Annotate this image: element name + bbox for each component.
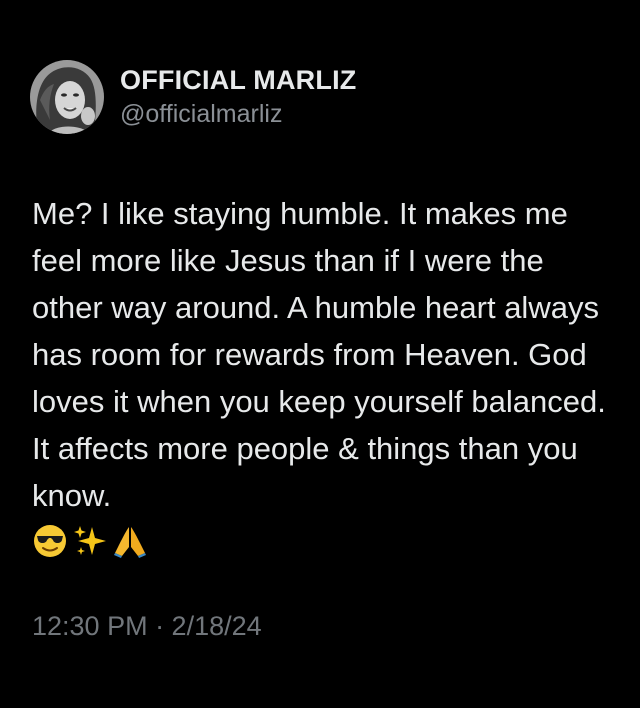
tweet-timestamp[interactable]: 12:30 PM · 2/18/24	[32, 608, 262, 644]
tweet-header: OFFICIAL MARLIZ @officialmarliz	[30, 60, 356, 134]
profile-photo-icon	[30, 60, 104, 134]
author-handle[interactable]: @officialmarliz	[120, 98, 356, 130]
author-display-name[interactable]: OFFICIAL MARLIZ	[120, 64, 356, 96]
avatar[interactable]	[30, 60, 104, 134]
author-names: OFFICIAL MARLIZ @officialmarliz	[120, 64, 356, 130]
tweet-emojis	[32, 521, 148, 561]
sparkles-icon	[72, 523, 108, 559]
smiling-face-with-sunglasses-icon	[32, 523, 68, 559]
folded-hands-icon	[112, 523, 148, 559]
tweet-card: OFFICIAL MARLIZ @officialmarliz Me? I li…	[0, 0, 640, 708]
tweet-text: Me? I like staying humble. It makes me f…	[32, 196, 606, 513]
